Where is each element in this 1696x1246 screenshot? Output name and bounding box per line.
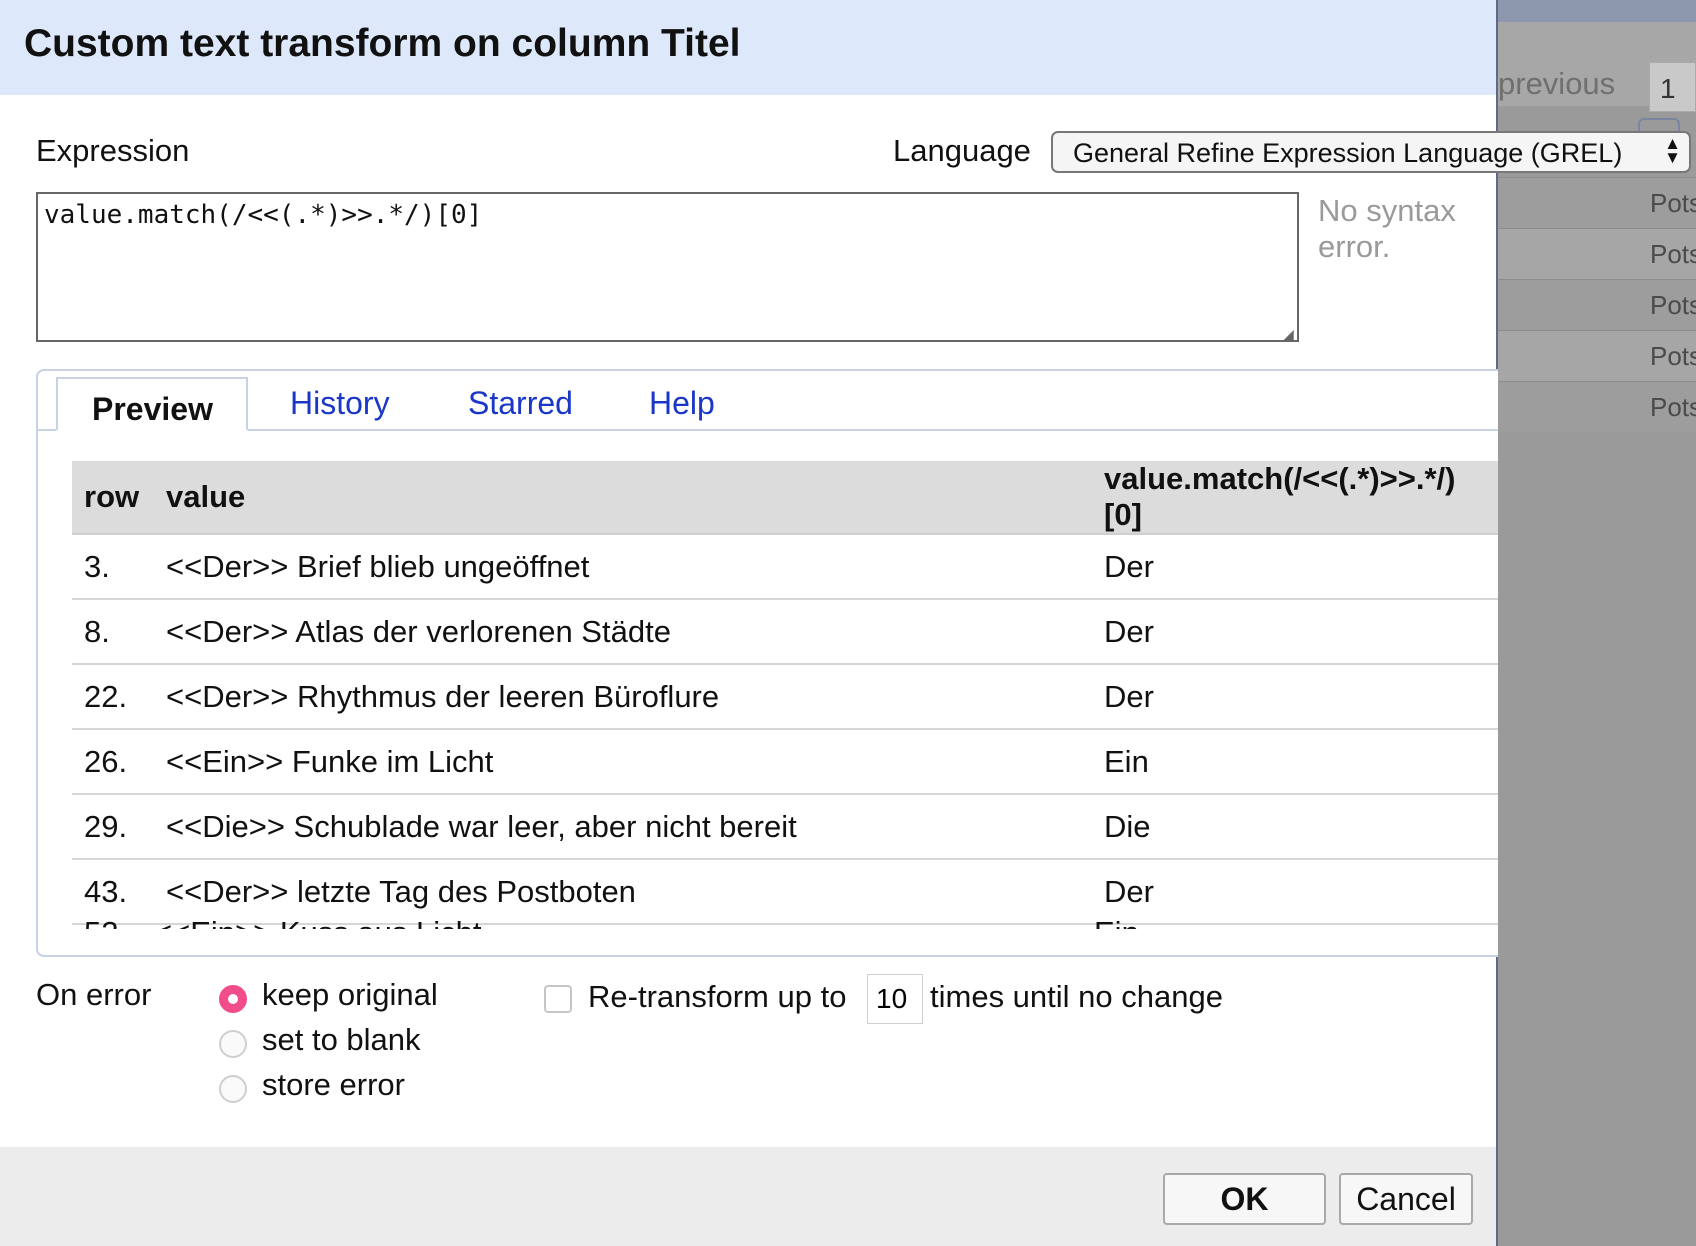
row-number: 22. — [72, 664, 154, 730]
tab-starred[interactable]: Starred — [468, 385, 573, 422]
retransform-count-input[interactable] — [867, 974, 923, 1024]
expression-input[interactable]: value.match(/<<(.*)>>.*/)[0] — [36, 192, 1299, 342]
preview-table: row value value.match(/<<(.*)>>.*/)[0] 3… — [72, 461, 1498, 925]
retransform-prefix: Re-transform up to — [588, 979, 847, 1014]
background-row: Pots — [1498, 381, 1696, 432]
syntax-status: No syntax error. — [1318, 193, 1456, 264]
store-error-label[interactable]: store error — [262, 1067, 405, 1103]
row-result: Der — [1092, 599, 1498, 665]
tab-history[interactable]: History — [290, 385, 390, 422]
header-value: value — [154, 461, 1092, 535]
dialog-title-bar: Custom text transform on column Titel — [0, 0, 1496, 95]
tab-help[interactable]: Help — [649, 385, 715, 422]
background-row: Pots — [1498, 279, 1696, 330]
language-label: Language — [893, 133, 1031, 168]
row-value: <<Der>> Rhythmus der leeren Büroflure — [154, 664, 1092, 730]
retransform-checkbox[interactable] — [544, 985, 572, 1013]
row-number: 3. — [72, 534, 154, 600]
background-cell: Pots — [1650, 188, 1696, 218]
row-number: 29. — [72, 794, 154, 860]
row-value: <<Die>> Schublade war leer, aber nicht b… — [154, 794, 1092, 860]
on-error-label: On error — [36, 977, 152, 1012]
row-value: <<Ein>> Kuss aus Licht — [154, 915, 481, 929]
row-result: Der — [1092, 664, 1498, 730]
background-top-bar — [1498, 0, 1696, 22]
background-row: Pots — [1498, 177, 1696, 228]
row-value: <<Der>> Brief blieb ungeöffnet — [154, 534, 1092, 600]
retransform-suffix: times until no change — [930, 979, 1223, 1014]
background-toolbar: previous 1 — [1498, 22, 1696, 112]
background-cell: Pots — [1650, 341, 1696, 371]
row-result: Die — [1092, 794, 1498, 860]
tabs-panel: Preview History Starred Help row value v… — [36, 369, 1498, 957]
transform-dialog: Custom text transform on column Titel Ex… — [0, 0, 1691, 1246]
table-row-partial: 52. <<Ein>> Kuss aus Licht Ein — [72, 911, 1498, 929]
table-row: 8. <<Der>> Atlas der verlorenen Städte D… — [72, 599, 1498, 665]
row-result: Ein — [1094, 915, 1139, 929]
set-to-blank-label[interactable]: set to blank — [262, 1022, 421, 1058]
table-row: 29. <<Die>> Schublade war leer, aber nic… — [72, 794, 1498, 860]
dialog-title: Custom text transform on column Titel — [24, 22, 741, 65]
store-error-radio[interactable] — [219, 1075, 247, 1103]
header-result: value.match(/<<(.*)>>.*/)[0] — [1092, 461, 1498, 535]
set-to-blank-radio[interactable] — [219, 1030, 247, 1058]
ok-button[interactable]: OK — [1163, 1173, 1326, 1225]
row-number: 8. — [72, 599, 154, 665]
background-row: Pots — [1498, 330, 1696, 381]
language-select-value: General Refine Expression Language (GREL… — [1073, 138, 1623, 168]
background-cell: Pots — [1650, 290, 1696, 320]
row-value: <<Der>> Atlas der verlorenen Städte — [154, 599, 1092, 665]
table-row: 22. <<Der>> Rhythmus der leeren Büroflur… — [72, 664, 1498, 730]
table-row: 3. <<Der>> Brief blieb ungeöffnet Der — [72, 534, 1498, 600]
page-number-box[interactable]: 1 — [1649, 62, 1696, 112]
resize-grip-icon[interactable]: ◢ — [1283, 326, 1294, 343]
background-cell: Pots — [1650, 239, 1696, 269]
header-row: row — [72, 461, 154, 535]
background-page: previous 1 Pots Pots Pots Pots Pots — [1498, 0, 1696, 1246]
background-row: Pots — [1498, 228, 1696, 279]
keep-original-label[interactable]: keep original — [262, 977, 438, 1013]
tab-preview[interactable]: Preview — [56, 377, 248, 431]
keep-original-radio[interactable] — [219, 985, 247, 1013]
background-cell: Pots — [1650, 392, 1696, 422]
cancel-button[interactable]: Cancel — [1339, 1173, 1473, 1225]
preview-header-row: row value value.match(/<<(.*)>>.*/)[0] — [72, 461, 1498, 535]
language-select[interactable]: General Refine Expression Language (GREL… — [1051, 131, 1691, 173]
previous-link[interactable]: previous — [1498, 66, 1615, 102]
tab-strip: Preview History Starred Help — [38, 371, 1498, 431]
row-number: 26. — [72, 729, 154, 795]
row-value: <<Ein>> Funke im Licht — [154, 729, 1092, 795]
row-number: 52. — [84, 915, 127, 929]
select-arrows-icon: ▲ ▼ — [1664, 134, 1681, 167]
row-result: Der — [1092, 534, 1498, 600]
table-row: 26. <<Ein>> Funke im Licht Ein — [72, 729, 1498, 795]
row-result: Ein — [1092, 729, 1498, 795]
expression-label: Expression — [36, 133, 190, 168]
